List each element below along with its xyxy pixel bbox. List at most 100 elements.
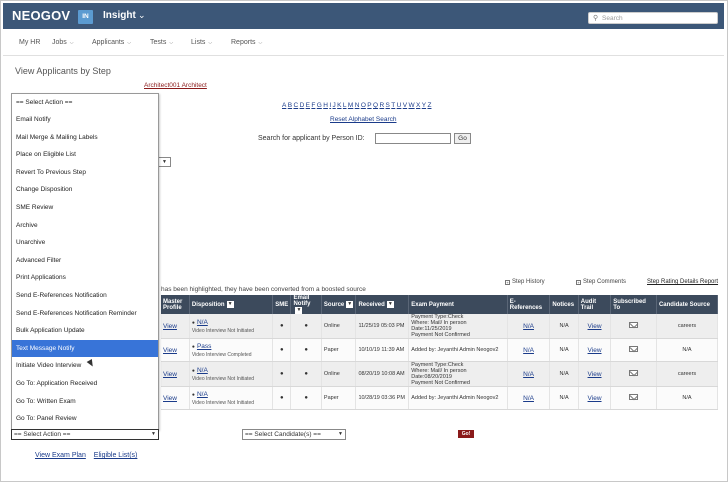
action-option[interactable]: Send E-References Notification	[12, 287, 158, 305]
person-id-label: Search for applicant by Person ID:	[258, 135, 365, 142]
envelope-icon[interactable]	[629, 346, 639, 353]
col-email-notify[interactable]: Email Notify▼	[290, 295, 322, 315]
alphabet-letter[interactable]: H	[323, 102, 328, 109]
audit-trail-link[interactable]: View	[588, 395, 602, 402]
alphabet-letter[interactable]: E	[306, 102, 310, 109]
action-option[interactable]: Text Message Notify	[12, 339, 158, 358]
alphabet-letter[interactable]: A	[282, 102, 286, 109]
alphabet-letter[interactable]: Q	[373, 102, 378, 109]
alphabet-letter[interactable]: L	[343, 102, 347, 109]
alphabet-letter[interactable]: C	[293, 102, 298, 109]
step-history-link[interactable]: + Step History	[505, 279, 545, 285]
action-option[interactable]: Revert To Previous Step	[12, 164, 158, 182]
alphabet-letter[interactable]: N	[355, 102, 360, 109]
action-option[interactable]: Mail Merge & Mailing Labels	[12, 129, 158, 147]
action-option[interactable]: SME Review	[12, 199, 158, 217]
action-option[interactable]: Email Notify	[12, 111, 158, 129]
nav-my-hr[interactable]: My HR	[19, 39, 40, 46]
e-references-link[interactable]: N/A	[523, 323, 534, 330]
alphabet-letter[interactable]: G	[317, 102, 322, 109]
alphabet-letter[interactable]: V	[403, 102, 407, 109]
alphabet-letter[interactable]: W	[408, 102, 414, 109]
view-profile-link[interactable]: View	[163, 347, 177, 354]
action-option[interactable]: Go To: Written Exam	[12, 393, 158, 411]
alphabet-letter[interactable]: P	[367, 102, 371, 109]
action-option[interactable]: Go To: Panel Review	[12, 410, 158, 428]
alphabet-letter[interactable]: T	[391, 102, 395, 109]
action-option[interactable]: Print Applications	[12, 269, 158, 287]
step-rating-link[interactable]: Step Rating Details Report	[647, 279, 718, 285]
notices-cell: N/A	[549, 314, 579, 340]
go-action-button[interactable]: Go!	[458, 430, 474, 438]
action-option[interactable]: Send E-References Notification Reminder	[12, 305, 158, 323]
audit-trail-link[interactable]: View	[588, 323, 602, 330]
neogov-logo[interactable]: NEOGOV	[12, 8, 70, 23]
alphabet-letter[interactable]: Y	[422, 102, 426, 109]
alphabet-letter[interactable]: O	[361, 102, 366, 109]
audit-trail-link[interactable]: View	[588, 371, 602, 378]
envelope-icon[interactable]	[629, 394, 639, 401]
top-bar: NEOGOV IN Insight ⌄ ⚲ Search	[3, 3, 724, 29]
action-option[interactable]: Unarchive	[12, 234, 158, 252]
action-option[interactable]: == Select Action ==	[12, 94, 158, 111]
step-comments-link[interactable]: + Step Comments	[576, 279, 626, 285]
action-option[interactable]: Change Disposition	[12, 181, 158, 199]
nav-jobs[interactable]: Jobs ⌵	[52, 39, 74, 46]
alphabet-letter[interactable]: K	[337, 102, 341, 109]
alphabet-letter[interactable]: I	[329, 102, 331, 109]
architect-link[interactable]: Architect001 Architect	[144, 82, 207, 89]
alphabet-letter[interactable]: Z	[427, 102, 431, 109]
view-profile-link[interactable]: View	[163, 323, 177, 330]
alphabet-letter[interactable]: F	[311, 102, 315, 109]
disposition-link[interactable]: N/A	[197, 391, 208, 398]
step-select[interactable]: ▼	[158, 157, 171, 167]
nav-lists[interactable]: Lists ⌵	[191, 39, 212, 46]
alphabet-letter[interactable]: B	[288, 102, 292, 109]
alphabet-letter[interactable]: M	[348, 102, 353, 109]
alphabet-letter[interactable]: X	[416, 102, 420, 109]
envelope-icon[interactable]	[629, 322, 639, 329]
e-references-link[interactable]: N/A	[523, 371, 534, 378]
eligible-lists-link[interactable]: Eligible List(s)	[94, 452, 138, 459]
action-option[interactable]: Place on Eligible List	[12, 146, 158, 164]
chevron-down-icon[interactable]: ⌄	[138, 10, 146, 21]
nav-applicants[interactable]: Applicants ⌵	[92, 39, 131, 46]
e-references-link[interactable]: N/A	[523, 347, 534, 354]
alphabet-letter[interactable]: D	[300, 102, 305, 109]
action-option[interactable]: Archive	[12, 217, 158, 235]
alphabet-letter[interactable]: U	[397, 102, 402, 109]
reset-alphabet-link[interactable]: Reset Alphabet Search	[330, 116, 397, 123]
disposition-link[interactable]: Pass	[197, 343, 211, 350]
person-id-input[interactable]	[375, 133, 451, 144]
received-cell: 10/28/19 03:36 PM	[355, 386, 410, 411]
col-received[interactable]: Received ▼	[355, 295, 410, 315]
action-select[interactable]: == Select Action == ▼	[11, 429, 159, 440]
alphabet-letter[interactable]: S	[386, 102, 390, 109]
alphabet-letter[interactable]: J	[333, 102, 336, 109]
nav-tests[interactable]: Tests ⌵	[150, 39, 173, 46]
e-references-link[interactable]: N/A	[523, 395, 534, 402]
envelope-icon[interactable]	[629, 370, 639, 377]
view-profile-link[interactable]: View	[163, 395, 177, 402]
disposition-link[interactable]: N/A	[197, 367, 208, 374]
candidate-select[interactable]: == Select Candidate(s) == ▼	[242, 429, 346, 440]
view-exam-plan-link[interactable]: View Exam Plan	[35, 452, 86, 459]
filter-icon[interactable]: ▼	[386, 301, 394, 308]
action-option[interactable]: Go To: Application Received	[12, 375, 158, 393]
disposition-link[interactable]: N/A	[197, 319, 208, 326]
alphabet-letter[interactable]: R	[379, 102, 384, 109]
action-option[interactable]: Bulk Application Update	[12, 322, 158, 340]
view-profile-link[interactable]: View	[163, 371, 177, 378]
filter-icon[interactable]: ▼	[226, 301, 234, 308]
col-source[interactable]: Source ▼	[321, 295, 357, 315]
filter-icon[interactable]: ▼	[346, 301, 354, 308]
filter-icon[interactable]: ▼	[295, 307, 303, 314]
action-option[interactable]: Advanced Filter	[12, 252, 158, 270]
audit-trail-link[interactable]: View	[588, 347, 602, 354]
go-button[interactable]: Go	[454, 133, 471, 144]
nav-reports[interactable]: Reports ⌵	[231, 39, 262, 46]
action-option[interactable]: Initiate Video Interview	[12, 357, 158, 375]
search-input[interactable]: ⚲ Search	[588, 12, 718, 24]
col-disposition[interactable]: Disposition ▼	[189, 295, 274, 315]
product-switcher[interactable]: Insight	[103, 10, 136, 21]
